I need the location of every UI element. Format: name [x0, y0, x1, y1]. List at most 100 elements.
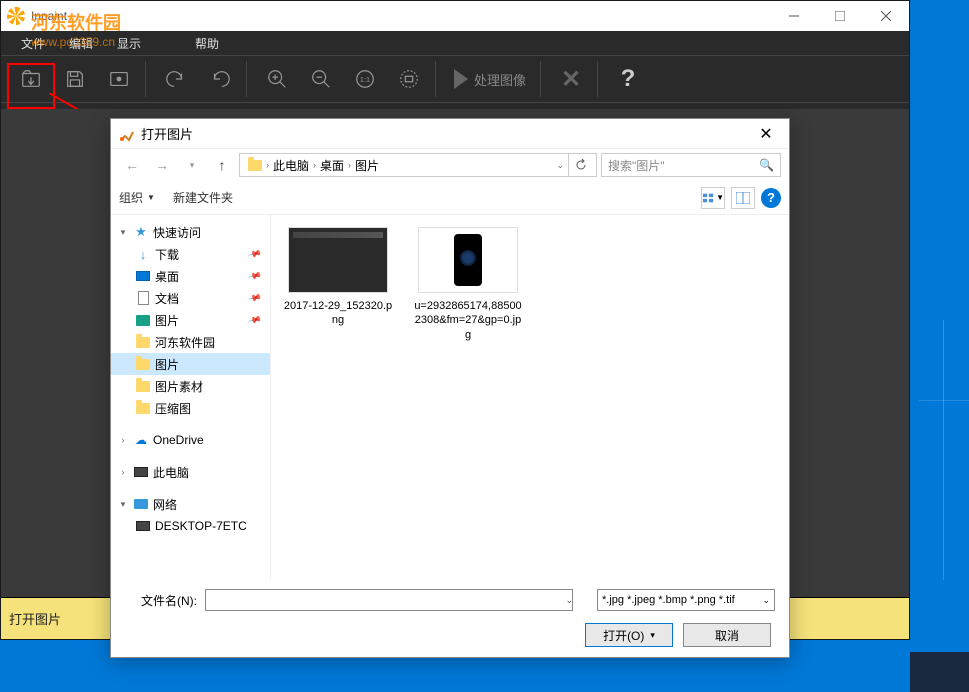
tree-network[interactable]: ▾网络: [111, 493, 270, 515]
save-button[interactable]: [55, 59, 95, 99]
toolbar: 1:1 处理图像 ✕ ?: [1, 55, 909, 103]
filename-input[interactable]: [205, 589, 573, 611]
decorative-line: [919, 400, 969, 401]
download-icon: ↓: [135, 247, 151, 261]
filetype-combo[interactable]: *.jpg *.jpeg *.bmp *.png *.tif⌄: [597, 589, 775, 611]
document-icon: [138, 291, 149, 305]
pc-icon: [136, 521, 150, 531]
organize-button[interactable]: 组织▼: [119, 189, 155, 206]
view-button[interactable]: [99, 59, 139, 99]
file-list[interactable]: 2017-12-29_152320.png u=2932865174,88500…: [271, 215, 789, 579]
menu-file[interactable]: 文件: [9, 31, 57, 55]
filename-label: 文件名(N):: [125, 592, 197, 609]
tree-hedong[interactable]: 河东软件园: [111, 331, 270, 353]
play-icon: [454, 69, 468, 89]
status-text: 打开图片: [9, 609, 61, 628]
breadcrumb-pc[interactable]: 此电脑: [269, 157, 313, 174]
menu-help[interactable]: 帮助: [183, 31, 231, 55]
onedrive-icon: ☁: [133, 433, 149, 447]
annotation-highlight: [7, 63, 55, 109]
refresh-button[interactable]: [568, 153, 592, 177]
paint-icon: [119, 126, 135, 142]
file-open-dialog: 打开图片 ✕ ← → ▾ ↑ › 此电脑 › 桌面 › 图片 ⌄ 搜索"图片" …: [110, 118, 790, 658]
thumbnail: [288, 227, 388, 293]
nav-up-button[interactable]: ↑: [209, 153, 235, 177]
file-item[interactable]: u=2932865174,885002308&fm=27&gp=0.jpg: [413, 227, 523, 342]
breadcrumb-desktop[interactable]: 桌面: [316, 157, 348, 174]
tree-yasuo[interactable]: 压缩图: [111, 397, 270, 419]
nav-back-button[interactable]: ←: [119, 153, 145, 177]
svg-text:1:1: 1:1: [360, 75, 370, 84]
pc-icon: [134, 467, 148, 477]
folder-icon: [136, 337, 150, 348]
tree-onedrive[interactable]: ›☁OneDrive: [111, 429, 270, 451]
close-button[interactable]: [863, 1, 909, 31]
new-folder-button[interactable]: 新建文件夹: [173, 189, 233, 206]
help-button[interactable]: ?: [608, 59, 648, 99]
tree-desktop7[interactable]: DESKTOP-7ETC: [111, 515, 270, 537]
phone-image: [454, 234, 482, 286]
clear-button[interactable]: ✕: [551, 59, 591, 99]
pin-icon: 📌: [247, 312, 262, 327]
thumbnail: [418, 227, 518, 293]
folder-icon: [136, 359, 150, 370]
tree-documents[interactable]: 文档📌: [111, 287, 270, 309]
pin-icon: 📌: [247, 290, 262, 305]
cancel-button[interactable]: 取消: [683, 623, 771, 647]
redo-button[interactable]: [200, 59, 240, 99]
network-icon: [134, 499, 148, 509]
process-button[interactable]: 处理图像: [446, 59, 534, 99]
undo-button[interactable]: [156, 59, 196, 99]
open-button[interactable]: 打开(O)▾: [585, 623, 673, 647]
address-bar-row: ← → ▾ ↑ › 此电脑 › 桌面 › 图片 ⌄ 搜索"图片" 🔍: [111, 149, 789, 181]
zoom-out-button[interactable]: [301, 59, 341, 99]
pin-icon: 📌: [247, 268, 262, 283]
zoom-actual-button[interactable]: 1:1: [345, 59, 385, 99]
sidebar-tree: ▾★快速访问 ↓下载📌 桌面📌 文档📌 图片📌 河东软件园 图片 图片素材 压缩…: [111, 215, 271, 579]
menu-view[interactable]: 显示: [105, 31, 153, 55]
question-icon: ?: [621, 65, 636, 93]
breadcrumb-pictures[interactable]: 图片: [351, 157, 383, 174]
search-icon: 🔍: [759, 158, 774, 172]
tree-desktop[interactable]: 桌面📌: [111, 265, 270, 287]
menu-edit[interactable]: 编辑: [57, 31, 105, 55]
x-icon: ✕: [561, 65, 581, 94]
chevron-down-icon[interactable]: ⌄: [556, 160, 564, 171]
menu-bar: 文件 编辑 显示 帮助: [1, 31, 909, 55]
taskbar-fragment: [910, 652, 969, 692]
help-button[interactable]: ?: [761, 188, 781, 208]
tree-tupian[interactable]: 图片: [111, 353, 270, 375]
preview-pane-button[interactable]: [731, 187, 755, 209]
nav-recent-button[interactable]: ▾: [179, 153, 205, 177]
zoom-in-button[interactable]: [257, 59, 297, 99]
pictures-icon: [136, 315, 150, 326]
dialog-toolbar: 组织▼ 新建文件夹 ▼ ?: [111, 181, 789, 215]
view-mode-button[interactable]: ▼: [701, 187, 725, 209]
maximize-button[interactable]: [817, 1, 863, 31]
address-bar[interactable]: › 此电脑 › 桌面 › 图片 ⌄: [239, 153, 597, 177]
dialog-title-bar: 打开图片 ✕: [111, 119, 789, 149]
title-bar: Inpaint: [1, 1, 909, 31]
minimize-button[interactable]: [771, 1, 817, 31]
search-input[interactable]: 搜索"图片" 🔍: [601, 153, 781, 177]
app-title: Inpaint: [31, 9, 67, 23]
tree-downloads[interactable]: ↓下载📌: [111, 243, 270, 265]
tree-tpsc[interactable]: 图片素材: [111, 375, 270, 397]
desktop-icon: [136, 271, 150, 281]
app-icon: [7, 7, 25, 25]
tree-thispc[interactable]: ›此电脑: [111, 461, 270, 483]
folder-icon: [248, 160, 262, 171]
tree-pictures[interactable]: 图片📌: [111, 309, 270, 331]
desktop-background: [910, 0, 969, 692]
dialog-close-button[interactable]: ✕: [743, 119, 789, 149]
file-name: u=2932865174,885002308&fm=27&gp=0.jpg: [413, 299, 523, 342]
pin-icon: 📌: [247, 246, 262, 261]
zoom-fit-button[interactable]: [389, 59, 429, 99]
dialog-bottom: 文件名(N): ⌄ *.jpg *.jpeg *.bmp *.png *.tif…: [111, 579, 789, 657]
tree-quick-access[interactable]: ▾★快速访问: [111, 221, 270, 243]
folder-icon: [136, 403, 150, 414]
file-item[interactable]: 2017-12-29_152320.png: [283, 227, 393, 328]
file-name: 2017-12-29_152320.png: [283, 299, 393, 328]
nav-forward-button[interactable]: →: [149, 153, 175, 177]
chevron-down-icon: ⌄: [762, 595, 770, 606]
